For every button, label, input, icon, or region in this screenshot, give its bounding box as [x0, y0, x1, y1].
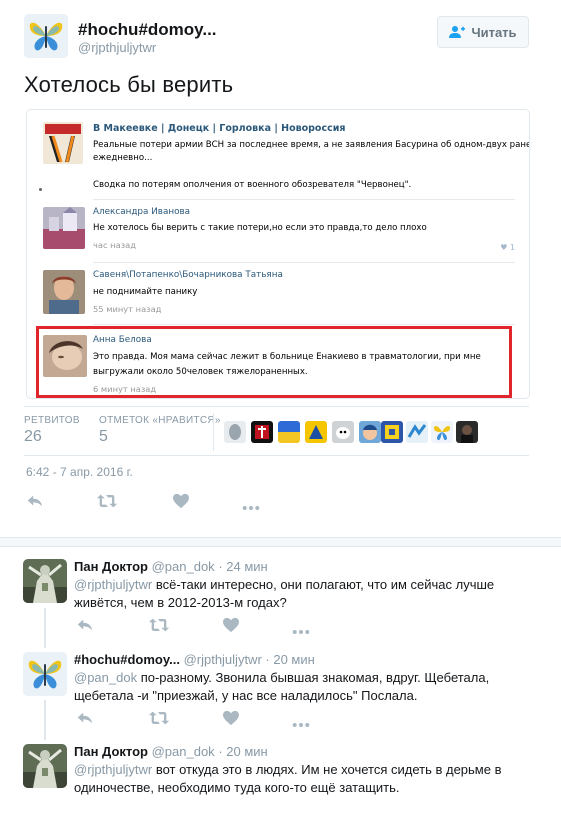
- comment-1-text: Не хотелось бы верить с такие потери,но …: [93, 223, 427, 233]
- reply-avatar[interactable]: [23, 744, 67, 788]
- comment-2-name[interactable]: Савеня\Потапенко\Бочарникова Татьяна: [93, 270, 283, 280]
- follow-button[interactable]: Читать: [437, 16, 529, 48]
- bullet-dot: [39, 188, 42, 191]
- tweet-text: Хотелось бы верить: [24, 72, 234, 97]
- follow-label: Читать: [471, 24, 517, 40]
- reply-time[interactable]: · 20 мин: [265, 652, 314, 667]
- reply-tweet[interactable]: Пан Доктор @pan_dok · 20 мин @rjpthjuljy…: [0, 744, 561, 816]
- divider: [93, 199, 515, 200]
- reply-icon[interactable]: [76, 710, 94, 726]
- liker-avatar[interactable]: [406, 421, 428, 443]
- more-icon[interactable]: [292, 715, 310, 721]
- reply-mention[interactable]: @rjpthjuljytwr: [74, 577, 152, 592]
- tweet-media-image[interactable]: В Макеевке | Донецк | Горловка | Новорос…: [26, 109, 530, 399]
- reply-author-name[interactable]: Пан Доктор: [74, 744, 148, 759]
- reply-text: @rjpthjuljytwr всё-таки интересно, они п…: [74, 576, 534, 612]
- like-icon[interactable]: [172, 493, 190, 509]
- likes-stat[interactable]: ОТМЕТОК «НРАВИТСЯ» 5: [99, 415, 221, 446]
- comment-2-time: 55 минут назад: [93, 304, 162, 314]
- divider: [93, 262, 515, 263]
- post-line-1: Реальные потери армии ВСН за последнее в…: [93, 140, 530, 150]
- retweets-count: 26: [24, 428, 42, 445]
- comment-1-name[interactable]: Александра Иванова: [93, 207, 190, 217]
- like-icon[interactable]: [222, 710, 240, 726]
- likes-count: 5: [99, 428, 108, 445]
- reply-text: @pan_dok по-разному. Звонила бывшая знак…: [74, 669, 534, 705]
- group-avatar: [43, 122, 83, 164]
- reply-icon[interactable]: [26, 493, 44, 509]
- reply-actions: [76, 710, 316, 730]
- retweet-icon[interactable]: [148, 710, 170, 726]
- reply-avatar[interactable]: [23, 559, 67, 603]
- reply-header: Пан Доктор @pan_dok · 24 мин: [74, 559, 268, 574]
- post-line-3: Сводка по потерям ополчения от военного …: [93, 180, 412, 190]
- author-name[interactable]: #hochu#domoy...: [78, 20, 217, 40]
- reply-text: @rjpthjuljytwr вот откуда это в людях. И…: [74, 761, 534, 797]
- liker-avatar[interactable]: [359, 421, 381, 443]
- author-avatar[interactable]: [24, 14, 68, 58]
- section-separator: [0, 537, 561, 547]
- retweet-icon[interactable]: [148, 617, 170, 633]
- post-line-2: ежедневно...: [93, 153, 153, 163]
- liker-avatar[interactable]: [224, 421, 246, 443]
- reply-author-handle[interactable]: @pan_dok: [152, 744, 215, 759]
- stats-divider: [213, 413, 214, 451]
- reply-body: по-разному. Звонила бывшая знакомая, вдр…: [74, 670, 490, 703]
- retweets-label: РЕТВИТОВ: [24, 415, 80, 426]
- reply-mention[interactable]: @rjpthjuljytwr: [74, 762, 152, 777]
- retweets-stat[interactable]: РЕТВИТОВ 26: [24, 415, 80, 446]
- liker-avatar[interactable]: [381, 421, 403, 443]
- tweet-stats: РЕТВИТОВ 26 ОТМЕТОК «НРАВИТСЯ» 5: [24, 406, 529, 456]
- reply-time[interactable]: · 20 мин: [218, 744, 267, 759]
- retweet-icon[interactable]: [96, 493, 118, 509]
- group-title[interactable]: В Макеевке | Донецк | Горловка | Новорос…: [93, 123, 345, 134]
- reply-author-name[interactable]: #hochu#domoy...: [74, 652, 180, 667]
- reply-header: Пан Доктор @pan_dok · 20 мин: [74, 744, 268, 759]
- likes-label: ОТМЕТОК «НРАВИТСЯ»: [99, 415, 221, 426]
- liker-avatar[interactable]: [456, 421, 478, 443]
- liker-avatar[interactable]: [431, 421, 453, 443]
- reply-tweet[interactable]: #hochu#domoy... @rjpthjuljytwr · 20 мин …: [0, 652, 561, 732]
- reply-author-handle[interactable]: @rjpthjuljytwr: [184, 652, 262, 667]
- reply-avatar[interactable]: [23, 652, 67, 696]
- reply-icon[interactable]: [76, 617, 94, 633]
- reply-header: #hochu#domoy... @rjpthjuljytwr · 20 мин: [74, 652, 315, 667]
- reply-author-name[interactable]: Пан Доктор: [74, 559, 148, 574]
- follow-person-icon: [449, 26, 466, 38]
- commenter-avatar: [43, 207, 85, 249]
- like-icon[interactable]: [222, 617, 240, 633]
- liker-avatar[interactable]: [332, 421, 354, 443]
- commenter-avatar: [43, 270, 85, 314]
- comment-2-text: не поднимайте панику: [93, 287, 198, 297]
- liker-avatar[interactable]: [278, 421, 300, 443]
- tweet-timestamp[interactable]: 6:42 - 7 апр. 2016 г.: [26, 465, 133, 479]
- liker-avatar[interactable]: [251, 421, 273, 443]
- reply-actions: [76, 617, 316, 637]
- comment-1-likes: ♥ 1: [500, 243, 515, 252]
- tweet-header: #hochu#domoy... @rjpthjuljytwr Читать: [24, 14, 529, 58]
- more-icon[interactable]: [242, 498, 260, 504]
- liker-avatar[interactable]: [305, 421, 327, 443]
- reply-author-handle[interactable]: @pan_dok: [152, 559, 215, 574]
- tweet-actions: [26, 493, 276, 513]
- comment-1-time: час назад: [93, 240, 136, 250]
- comment-1-like-count: 1: [509, 243, 515, 252]
- reply-tweet[interactable]: Пан Доктор @pan_dok · 24 мин @rjpthjuljy…: [0, 559, 561, 639]
- more-icon[interactable]: [292, 622, 310, 628]
- reply-mention[interactable]: @pan_dok: [74, 670, 137, 685]
- reply-time[interactable]: · 24 мин: [218, 559, 267, 574]
- author-handle[interactable]: @rjpthjuljytwr: [78, 40, 156, 55]
- highlight-box: [36, 326, 512, 398]
- divider: [93, 324, 515, 325]
